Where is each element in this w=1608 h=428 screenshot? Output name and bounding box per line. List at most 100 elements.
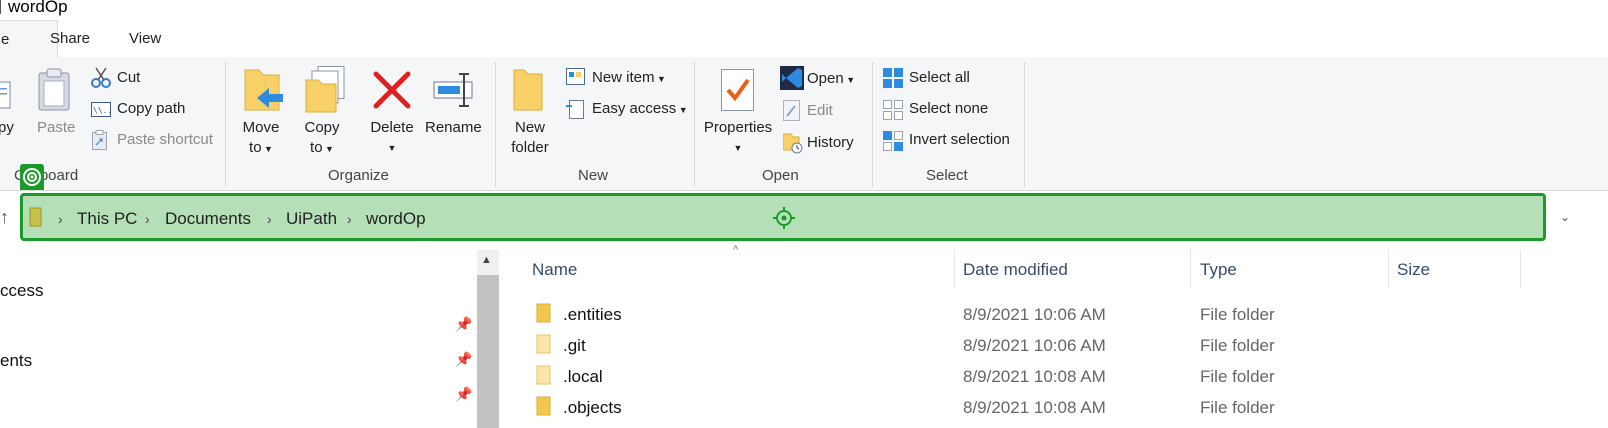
scroll-up-icon[interactable]: ▲: [481, 254, 492, 266]
cut-button[interactable]: Cut: [117, 69, 140, 86]
paste-shortcut-icon: [92, 130, 108, 155]
copy-button[interactable]: [0, 76, 14, 115]
select-group-label: Select: [926, 167, 968, 184]
delete-label-wrap: Delete ▼: [369, 118, 415, 158]
chevron-down-icon: ▼: [322, 144, 334, 154]
delete-button[interactable]: [372, 70, 412, 115]
new-group-label: New: [578, 167, 609, 184]
file-date: 8/9/2021 10:08 AM: [963, 367, 1106, 386]
invert-selection-button[interactable]: Invert selection: [909, 131, 1010, 148]
new-folder-line1: New: [514, 119, 545, 136]
column-header-date[interactable]: Date modified: [963, 260, 1068, 280]
chevron-right-icon: ›: [58, 211, 63, 227]
edit-button[interactable]: Edit: [807, 102, 833, 119]
title-separator: [0, 0, 1, 14]
properties-label-wrap: Properties ▼: [703, 118, 773, 158]
chevron-down-icon: ▼: [261, 144, 273, 154]
folder-icon: [536, 334, 551, 354]
table-row[interactable]: [536, 334, 552, 359]
move-to-line2: to: [249, 139, 262, 156]
breadcrumb-documents[interactable]: Documents: [165, 209, 251, 229]
table-row[interactable]: [536, 303, 552, 328]
column-header-size[interactable]: Size: [1397, 260, 1430, 280]
copy-label: py: [0, 119, 14, 136]
breadcrumb-this-pc[interactable]: This PC: [77, 209, 137, 229]
nav-item-quick-access[interactable]: ccess: [0, 281, 43, 301]
cut-icon: [91, 67, 111, 94]
group-separator: [694, 62, 695, 187]
paste-label: Paste: [37, 119, 76, 136]
invert-selection-icon: [883, 131, 903, 156]
file-name[interactable]: .entities: [563, 305, 622, 325]
file-type: File folder: [1200, 367, 1275, 386]
breadcrumb-uipath[interactable]: UiPath: [286, 209, 337, 229]
breadcrumb-wordop[interactable]: wordOp: [366, 209, 426, 229]
column-separator[interactable]: [1190, 250, 1191, 288]
open-group-label: Open: [762, 167, 799, 184]
pin-icon[interactable]: 📌: [455, 316, 472, 333]
open-button[interactable]: Open ▼: [807, 70, 855, 87]
tab-share[interactable]: Share: [50, 20, 90, 57]
chevron-right-icon: ›: [145, 211, 150, 227]
column-separator[interactable]: [1520, 250, 1521, 288]
chevron-down-icon: ▼: [733, 143, 743, 153]
delete-icon: [373, 71, 411, 109]
table-row[interactable]: [536, 396, 552, 421]
column-separator[interactable]: [954, 250, 955, 288]
move-to-button[interactable]: [243, 66, 285, 119]
folder-icon: [29, 207, 43, 232]
new-folder-button[interactable]: [512, 68, 546, 117]
easy-access-button[interactable]: Easy access ▼: [592, 100, 688, 117]
group-separator: [225, 62, 226, 187]
new-item-button[interactable]: New item ▼: [592, 69, 666, 86]
column-header-name[interactable]: Name: [532, 260, 577, 280]
file-type: File folder: [1200, 336, 1275, 355]
pin-icon[interactable]: 📌: [455, 386, 472, 403]
history-button[interactable]: History: [807, 134, 854, 151]
up-arrow-icon[interactable]: ↑: [0, 207, 9, 228]
organize-group-label: Organize: [328, 167, 389, 184]
chevron-down-icon: ▼: [387, 143, 397, 153]
new-item-label: New item: [592, 69, 655, 86]
pin-icon[interactable]: 📌: [455, 351, 472, 368]
rename-button[interactable]: [432, 70, 476, 115]
properties-button[interactable]: [720, 68, 756, 117]
nav-scrollbar-thumb[interactable]: [477, 275, 499, 428]
select-none-button[interactable]: Select none: [909, 100, 988, 117]
svg-text:\\..: \\..: [93, 106, 111, 115]
paste-button[interactable]: [38, 68, 72, 117]
paste-shortcut-button[interactable]: Paste shortcut: [117, 131, 213, 148]
copy-path-icon: \\..: [91, 102, 112, 123]
move-to-label: Move to ▼: [241, 118, 281, 159]
history-icon: [782, 132, 805, 159]
table-row[interactable]: [536, 365, 552, 390]
file-type: File folder: [1200, 398, 1275, 417]
copy-path-button[interactable]: Copy path: [117, 100, 185, 117]
select-all-button[interactable]: Select all: [909, 69, 970, 86]
open-label: Open: [807, 70, 844, 87]
tab-view[interactable]: View: [129, 20, 161, 57]
file-name[interactable]: .git: [563, 336, 586, 356]
chevron-right-icon: ›: [267, 211, 272, 227]
new-folder-line2: folder: [511, 139, 549, 156]
address-history-chevron-icon[interactable]: ⌄: [1560, 210, 1570, 224]
column-header-type[interactable]: Type: [1200, 260, 1237, 280]
ribbon-tab-bar: [0, 20, 1608, 58]
window-title: wordOp: [8, 0, 68, 16]
file-name[interactable]: .local: [563, 367, 603, 387]
nav-item-documents[interactable]: ents: [0, 351, 32, 371]
column-separator[interactable]: [1388, 250, 1389, 288]
sort-ascending-icon: ^: [733, 244, 739, 256]
target-icon: [23, 168, 41, 186]
folder-icon: [513, 69, 543, 111]
copy-to-line1: Copy: [304, 119, 340, 136]
copy-to-button[interactable]: [304, 66, 346, 119]
copy-to-line2-wrap: to ▼: [301, 138, 343, 159]
properties-icon: [721, 69, 754, 111]
rename-label: Rename: [425, 119, 482, 136]
folder-icon: [536, 396, 551, 416]
chevron-right-icon: ›: [347, 211, 352, 227]
tab-home-label: e: [1, 31, 10, 48]
properties-label: Properties: [703, 119, 773, 136]
file-name[interactable]: .objects: [563, 398, 622, 418]
